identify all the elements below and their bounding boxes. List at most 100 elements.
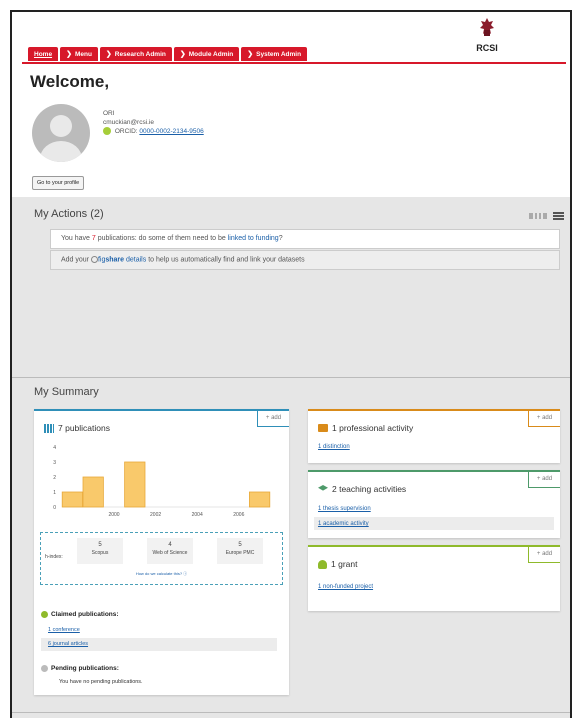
figshare-details-link[interactable]: details	[124, 256, 146, 263]
add-publication-button[interactable]: + add	[257, 411, 289, 427]
y-tick-label: 2	[53, 475, 56, 481]
publications-title: 7 publications	[44, 423, 110, 433]
claimed-journal-link[interactable]: 6 journal articles	[48, 641, 88, 647]
chevron-right-icon: ❯	[179, 51, 186, 58]
bottom-divider	[12, 712, 570, 713]
avatar	[32, 104, 90, 162]
nav-module-admin-label: Module Admin	[188, 50, 234, 58]
nav-research-admin[interactable]: ❯ Research Admin	[99, 47, 172, 61]
metric-source: Europe PMC	[225, 550, 255, 556]
publications-title-text: 7 publications	[58, 423, 110, 433]
link-to-funding[interactable]: linked to funding	[228, 235, 279, 242]
chevron-right-icon: ❯	[66, 51, 72, 58]
action-item-publications: You have 7 publications: do some of them…	[50, 229, 560, 249]
metric-value: 5	[98, 542, 102, 548]
claimed-row: 6 journal articles	[41, 638, 277, 651]
orcid-link[interactable]: 0000-0002-2134-9506	[139, 128, 203, 135]
nav-module-admin[interactable]: ❯ Module Admin	[173, 47, 240, 61]
add-professional-button[interactable]: + add	[528, 411, 560, 427]
check-circle-icon	[41, 611, 48, 618]
grant-title: 1 grant	[318, 559, 357, 569]
pending-title-text: Pending publications:	[51, 665, 119, 672]
add-grant-button[interactable]: + add	[528, 547, 560, 563]
thesis-supervision-link[interactable]: 1 thesis supervision	[318, 506, 371, 512]
professional-title: 1 professional activity	[318, 423, 413, 433]
metrics-help-link[interactable]: How do we calculate this? ⓘ	[41, 571, 282, 577]
nav-menu-label: Menu	[74, 50, 92, 58]
action-1-prefix: You have	[61, 235, 92, 242]
chart-bar	[249, 491, 271, 508]
profile-details: ORI cmuckian@rcsi.ie ORCID: 0000-0002-21…	[103, 109, 204, 136]
metrics-panel: h-index: 5 Scopus 4 Web of Science 5 Eur…	[40, 532, 283, 585]
x-tick-label: 2000	[108, 512, 119, 518]
x-tick-label: 2002	[150, 512, 161, 518]
add-teaching-button[interactable]: + add	[528, 472, 560, 488]
nav-home-label: Home	[34, 50, 53, 58]
nav-menu[interactable]: ❯ Menu	[60, 47, 98, 61]
y-tick-label: 0	[53, 505, 56, 511]
figshare-brand-bold: share	[105, 256, 125, 264]
grid-view-icon[interactable]	[529, 213, 547, 219]
pending-circle-icon	[41, 665, 48, 672]
profile-panel: Welcome, ORI cmuckian@rcsi.ie ORCID: 000…	[22, 62, 566, 194]
y-tick-label: 1	[53, 490, 56, 496]
view-toggle	[529, 212, 564, 220]
pending-publications-title: Pending publications:	[41, 665, 119, 672]
publications-bar-chart: 0 1 2 3 4 2000 2002 2004 2006	[53, 445, 271, 518]
distinction-link[interactable]: 1 distinction	[318, 444, 350, 450]
pending-note: You have no pending publications.	[59, 679, 143, 685]
profile-orcid: ORCID: 0000-0002-2134-9506	[103, 127, 204, 136]
chart-bar	[124, 461, 146, 508]
profile-org: ORI	[103, 110, 115, 117]
person-icon	[318, 559, 327, 569]
claimed-title-text: Claimed publications:	[51, 611, 119, 618]
figshare-icon	[90, 256, 98, 263]
publications-chart: 0 1 2 3 4 2000 2002 2004 2006	[40, 441, 280, 531]
user-silhouette-icon	[40, 115, 82, 162]
nav-system-admin[interactable]: ❯ System Admin	[241, 47, 308, 61]
chevron-right-icon: ❯	[247, 51, 254, 58]
non-funded-project-link[interactable]: 1 non-funded project	[318, 584, 373, 590]
teaching-title: 2 teaching activities	[318, 484, 406, 494]
claimed-row: 1 conference	[41, 624, 277, 637]
rcsi-logo[interactable]: RCSI	[467, 17, 507, 53]
chevron-right-icon: ❯	[105, 51, 112, 58]
grant-card: 1 grant + add 1 non-funded project	[308, 545, 560, 611]
publications-card: 7 publications + add 0 1 2 3 4 2000 2002 2004 20…	[34, 409, 289, 695]
y-tick-label: 3	[53, 460, 56, 466]
x-tick-label: 2004	[192, 512, 203, 518]
welcome-heading: Welcome,	[30, 72, 110, 91]
go-to-profile-button[interactable]: Go to your profile	[32, 176, 85, 190]
action-1-middle: publications: do some of them need to be	[95, 235, 228, 242]
chart-bar	[61, 491, 83, 508]
metric-source: Scopus	[91, 550, 109, 556]
list-view-icon[interactable]	[553, 212, 564, 220]
professional-title-text: 1 professional activity	[332, 423, 414, 433]
crest-icon	[480, 18, 494, 36]
professional-activity-card: 1 professional activity + add 1 distinct…	[308, 409, 560, 463]
logo-text: RCSI	[476, 43, 498, 53]
orcid-icon	[103, 127, 111, 136]
graduation-cap-icon	[318, 485, 328, 491]
teaching-title-text: 2 teaching activities	[332, 484, 407, 494]
teaching-activities-card: 2 teaching activities + add 1 thesis sup…	[308, 470, 560, 538]
action-2-suffix: to help us automatically find and link y…	[146, 256, 305, 264]
my-actions-title: My Actions (2)	[34, 208, 104, 220]
my-summary-title: My Summary	[34, 386, 99, 398]
y-tick-label: 4	[53, 445, 56, 451]
profile-email: cmuckian@rcsi.ie	[103, 119, 155, 126]
books-icon	[44, 423, 54, 433]
nav-research-admin-label: Research Admin	[114, 50, 166, 58]
claimed-conference-link[interactable]: 1 conference	[48, 627, 80, 633]
h-index-label: h-index:	[45, 554, 63, 560]
chart-bar	[82, 476, 104, 508]
metric-europe-pmc: 5 Europe PMC	[217, 538, 263, 564]
academic-activity-link[interactable]: 1 academic activity	[318, 521, 369, 527]
nav-home[interactable]: Home	[28, 47, 59, 61]
metric-value: 5	[238, 542, 242, 548]
app-frame: Home ❯ Menu ❯ Research Admin ❯ Module Admin…	[10, 10, 572, 718]
metric-web-of-science: 4 Web of Science	[147, 538, 193, 564]
metric-value: 4	[168, 542, 172, 548]
action-1-suffix: ?	[278, 235, 283, 242]
claimed-publications-title: Claimed publications:	[41, 611, 119, 618]
